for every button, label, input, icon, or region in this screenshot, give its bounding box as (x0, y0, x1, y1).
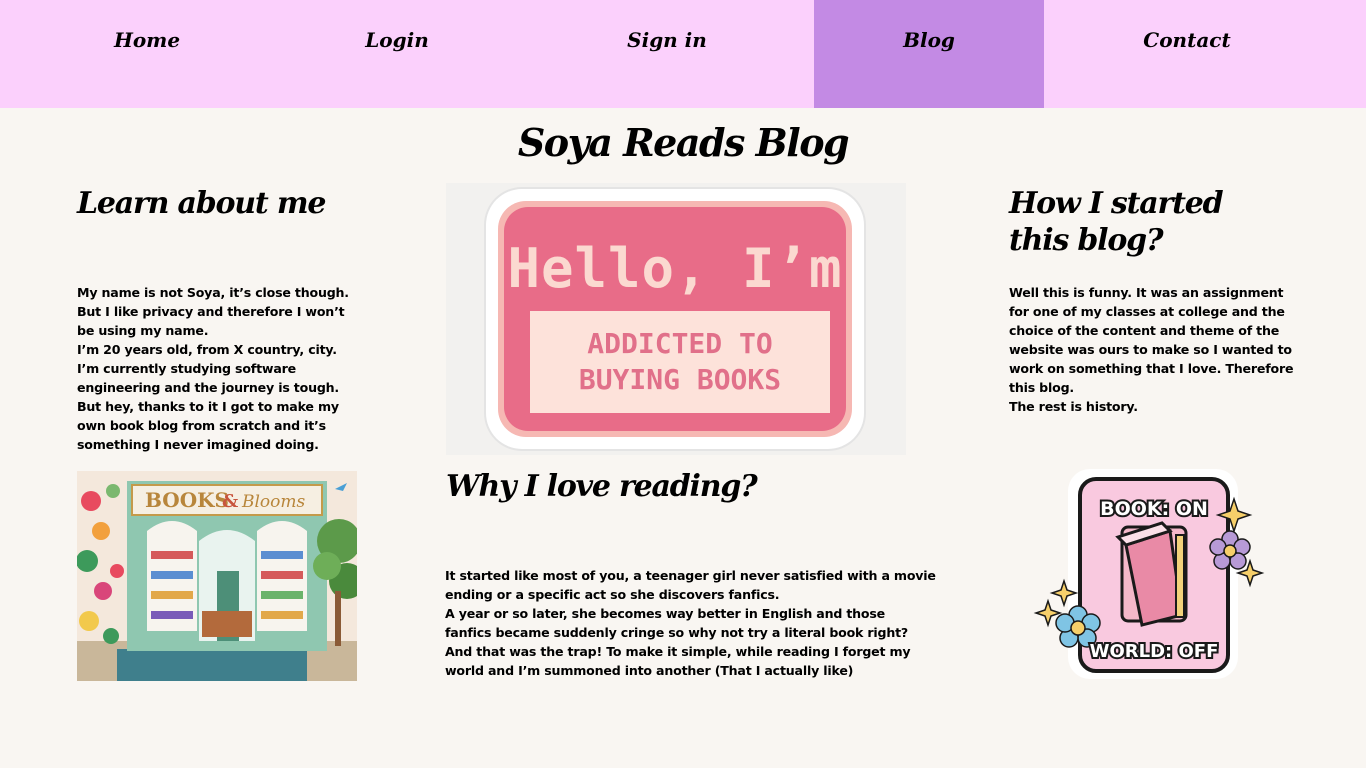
nav-sign-in-label: Sign in (627, 28, 707, 52)
about-line: engineering and the journey is tough. (77, 380, 340, 395)
hello-sticker-line1: ADDICTED TO (587, 327, 773, 360)
reading-line: fanfics became suddenly cringe so why no… (445, 625, 909, 640)
top-nav: Home Login Sign in Blog Contact (0, 0, 1366, 108)
nav-blog[interactable]: Blog (814, 0, 1044, 108)
page-title: Soya Reads Blog (517, 120, 850, 165)
started-heading: How I started this blog? (1009, 185, 1224, 259)
reading-heading: Why I love reading? (446, 469, 758, 504)
nav-login[interactable]: Login (274, 0, 520, 108)
store-sign-blooms: Blooms (241, 492, 306, 512)
nav-sign-in[interactable]: Sign in (520, 0, 814, 108)
store-sign-books: BOOKS (145, 488, 229, 512)
book-on-sticker-image: BOOK: ON WORLD: OFF (1030, 465, 1270, 685)
started-line: this blog. (1009, 380, 1074, 395)
hello-sticker-line2: BUYING BOOKS (578, 363, 782, 396)
reading-line: ending or a specific act so she discover… (445, 587, 780, 602)
nav-contact[interactable]: Contact (1044, 0, 1330, 108)
about-line: I’m 20 years old, from X country, city. (77, 342, 337, 357)
world-off-label: WORLD: OFF (1090, 641, 1219, 662)
about-line: But hey, thanks to it I got to make my (77, 399, 339, 414)
bookstore-illustration: BOOKS & Blooms (77, 471, 357, 681)
about-line: I’m currently studying software (77, 361, 296, 376)
started-line: website was ours to make so I wanted to (1009, 342, 1292, 357)
about-text: My name is not Soya, it’s close though. … (77, 283, 349, 454)
reading-line: It started like most of you, a teenager … (445, 568, 936, 583)
reading-line: And that was the trap! To make it simple… (445, 644, 911, 659)
started-line: work on something that I love. Therefore (1009, 361, 1294, 376)
nav-home[interactable]: Home (20, 0, 274, 108)
nav-blog-label: Blog (903, 28, 955, 52)
book-on-label: BOOK: ON (1100, 498, 1208, 520)
hello-sticker-image: Hello, I’m ADDICTED TO BUYING BOOKS (446, 183, 906, 455)
reading-line: A year or so later, she becomes way bett… (445, 606, 886, 621)
nav-contact-label: Contact (1143, 28, 1231, 52)
about-line: own book blog from scratch and it’s (77, 418, 326, 433)
started-line: Well this is funny. It was an assignment (1009, 285, 1284, 300)
started-heading-line1: How I started (1009, 186, 1224, 221)
started-line: The rest is history. (1009, 399, 1138, 414)
hello-sticker-border: Hello, I’m ADDICTED TO BUYING BOOKS (486, 189, 864, 449)
started-line: choice of the content and theme of the (1009, 323, 1280, 338)
about-line: something I never imagined doing. (77, 437, 319, 452)
about-line: But I like privacy and therefore I won’t (77, 304, 345, 319)
started-text: Well this is funny. It was an assignment… (1009, 283, 1294, 416)
reading-line: world and I’m summoned into another (Tha… (445, 663, 854, 678)
about-line: be using my name. (77, 323, 209, 338)
store-sign-amp: & (222, 491, 238, 512)
hello-sticker-title: Hello, I’m (507, 237, 843, 300)
about-heading: Learn about me (77, 186, 326, 221)
nav-home-label: Home (113, 28, 181, 52)
hello-sticker-inner: Hello, I’m ADDICTED TO BUYING BOOKS (498, 201, 852, 437)
hello-sticker-box: ADDICTED TO BUYING BOOKS (530, 311, 830, 413)
reading-text: It started like most of you, a teenager … (445, 566, 936, 680)
started-line: for one of my classes at college and the (1009, 304, 1285, 319)
hello-sticker-body: Hello, I’m ADDICTED TO BUYING BOOKS (504, 207, 846, 431)
started-heading-line2: this blog? (1009, 223, 1164, 258)
about-line: My name is not Soya, it’s close though. (77, 285, 349, 300)
nav-login-label: Login (365, 28, 429, 52)
